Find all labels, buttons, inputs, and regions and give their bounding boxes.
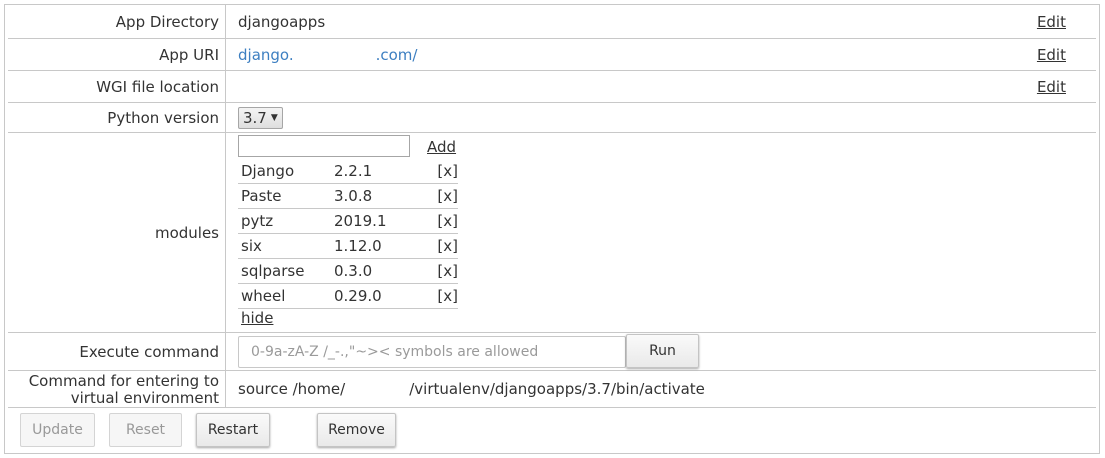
module-name: pytz (241, 212, 274, 230)
python-version-cell: 3.7 ▼ (238, 103, 283, 132)
virtualenv-prefix: source /home/ (238, 380, 346, 398)
restart-button[interactable]: Restart (196, 413, 270, 447)
row-app-directory: App Directory djangoapps Edit (8, 5, 1096, 39)
virtualenv-label-line2: virtual environment (70, 389, 219, 407)
app-directory-value: djangoapps (238, 12, 326, 31)
python-version-select[interactable]: 3.7 ▼ (238, 106, 283, 129)
execute-command-label: Execute command (8, 333, 226, 370)
virtualenv-command-value: source /home/ /virtualenv/djangoapps/3.7/… (238, 371, 705, 407)
app-directory-edit-link[interactable]: Edit (1037, 5, 1066, 38)
app-uri-prefix[interactable]: django. (238, 46, 294, 64)
app-uri-link[interactable]: django. .com/ (238, 39, 417, 70)
virtualenv-label-line1: Command for entering to (28, 372, 219, 390)
module-name-input[interactable] (238, 135, 410, 157)
module-name: Paste (241, 187, 282, 205)
python-version-selected: 3.7 (243, 108, 267, 127)
remove-module-link[interactable]: [x] (437, 287, 458, 305)
modules-list: Django 2.2.1 [x] Paste 3.0.8 [x] pytz 2019.1 [x]… (238, 159, 458, 309)
module-name: sqlparse (241, 262, 305, 280)
module-name: wheel (241, 287, 286, 305)
update-button[interactable]: Update (20, 413, 95, 447)
app-settings-panel: App Directory djangoapps Edit App URI dj… (4, 4, 1100, 454)
virtualenv-label: Command for entering to virtual environm… (8, 371, 226, 407)
python-version-label: Python version (8, 103, 226, 132)
virtualenv-suffix: /virtualenv/djangoapps/3.7/bin/activate (409, 380, 705, 398)
module-row: Paste 3.0.8 [x] (238, 184, 458, 209)
row-virtualenv-command: Command for entering to virtual environm… (8, 371, 1096, 408)
module-version: 0.3.0 (334, 262, 373, 280)
remove-module-link[interactable]: [x] (437, 162, 458, 180)
remove-module-link[interactable]: [x] (437, 212, 458, 230)
hide-modules-link[interactable]: hide (241, 309, 273, 327)
module-version: 1.12.0 (334, 237, 382, 255)
module-name: Django (241, 162, 295, 180)
module-row: wheel 0.29.0 [x] (238, 284, 458, 309)
remove-module-link[interactable]: [x] (437, 262, 458, 280)
module-name: six (241, 237, 262, 255)
row-python-version: Python version 3.7 ▼ (8, 103, 1096, 133)
app-uri-label: App URI (8, 39, 226, 70)
app-uri-edit-link[interactable]: Edit (1037, 39, 1066, 70)
module-version: 2.2.1 (334, 162, 373, 180)
wsgi-label: WGI file location (8, 71, 226, 102)
module-row: sqlparse 0.3.0 [x] (238, 259, 458, 284)
remove-module-link[interactable]: [x] (437, 187, 458, 205)
module-row: pytz 2019.1 [x] (238, 209, 458, 234)
add-module-link[interactable]: Add (427, 136, 456, 158)
wsgi-edit-link[interactable]: Edit (1037, 71, 1066, 102)
modules-label: modules (8, 133, 226, 332)
row-app-uri: App URI django. .com/ Edit (8, 39, 1096, 71)
module-version: 3.0.8 (334, 187, 373, 205)
module-version: 0.29.0 (334, 287, 382, 305)
app-uri-suffix[interactable]: .com/ (376, 46, 418, 64)
module-row: Django 2.2.1 [x] (238, 159, 458, 184)
remove-module-link[interactable]: [x] (437, 237, 458, 255)
row-execute-command: Execute command 0-9a-zA-Z /_-.,"~>< symb… (8, 333, 1096, 371)
module-version: 2019.1 (334, 212, 387, 230)
execute-command-input[interactable]: 0-9a-zA-Z /_-.,"~>< symbols are allowed (238, 336, 626, 368)
remove-button[interactable]: Remove (317, 413, 396, 447)
run-button[interactable]: Run (626, 334, 699, 368)
reset-button[interactable]: Reset (109, 413, 182, 447)
row-wsgi-location: WGI file location Edit (8, 71, 1096, 103)
row-modules: modules Add Django 2.2.1 [x] Paste 3.0.8 [x] p… (8, 133, 1096, 333)
app-directory-label: App Directory (8, 5, 226, 38)
module-row: six 1.12.0 [x] (238, 234, 458, 259)
dropdown-arrow-icon: ▼ (270, 112, 278, 123)
